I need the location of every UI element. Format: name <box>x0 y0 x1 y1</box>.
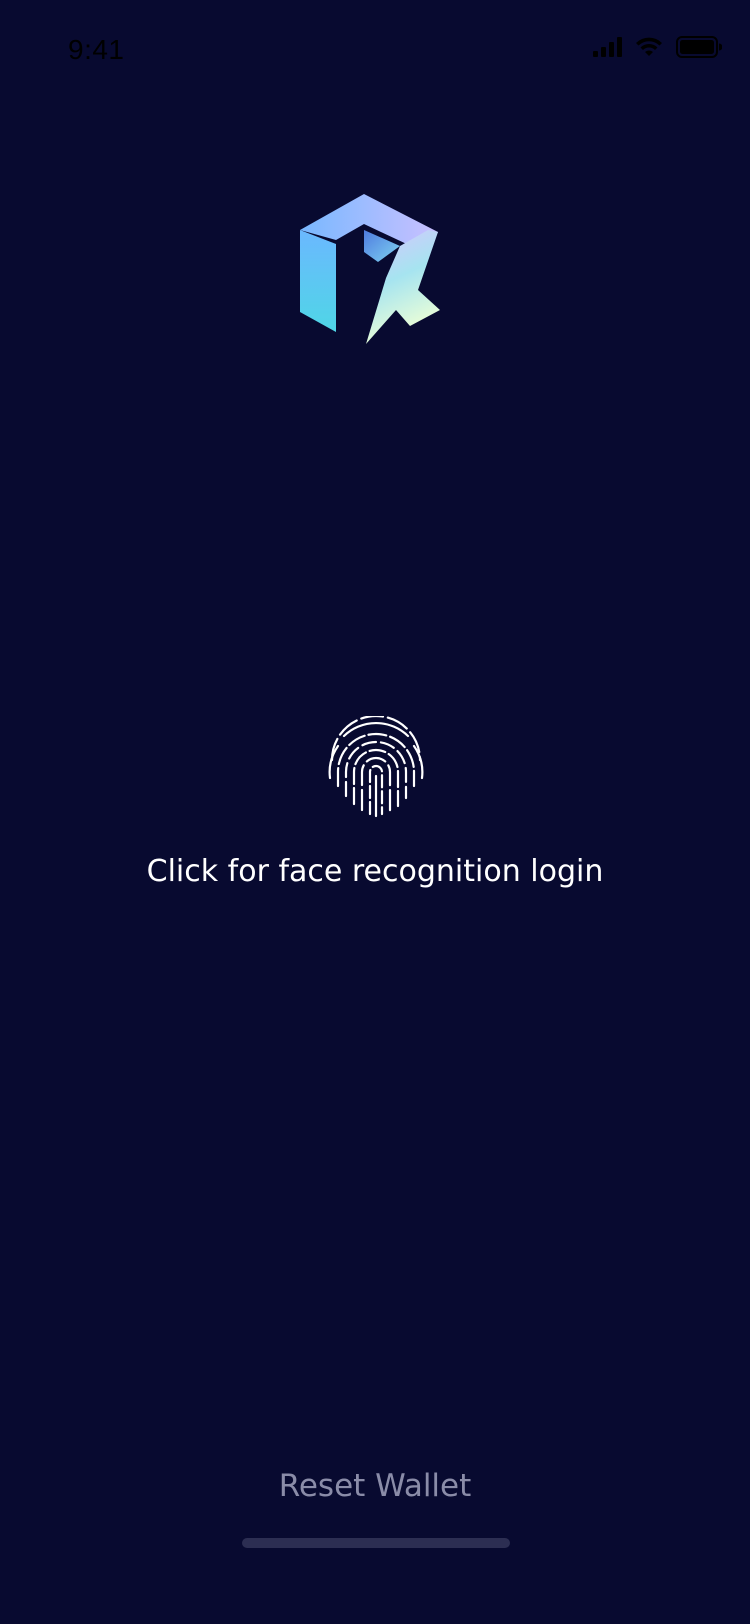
reset-wallet-link[interactable]: Reset Wallet <box>0 1468 750 1504</box>
face-recognition-login-label[interactable]: Click for face recognition login <box>0 854 750 889</box>
status-time: 9:41 <box>68 34 125 65</box>
wifi-icon <box>636 37 662 56</box>
status-icons <box>593 36 722 58</box>
brand-logo-icon <box>300 194 440 344</box>
signal-icon <box>593 37 622 57</box>
battery-icon <box>676 36 722 58</box>
home-indicator[interactable] <box>242 1538 510 1548</box>
lock-screen: 9:41 Click for face recognition login Re… <box>0 0 750 1624</box>
fingerprint-icon[interactable] <box>324 716 428 820</box>
